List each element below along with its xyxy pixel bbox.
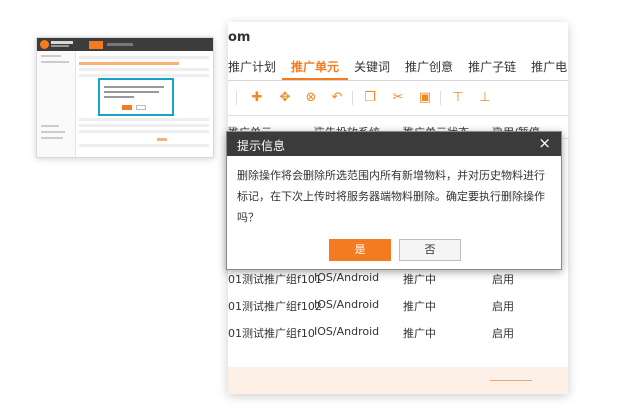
confirm-dialog: 提示信息 × 删除操作将会删除所选范围内所有新增物料，并对历史物料进行标记，在下… <box>226 131 562 270</box>
cancel-button[interactable]: 否 <box>399 239 461 261</box>
table-row[interactable]: 01测试推广组f10 IOS/Android 推广中 启用 <box>228 321 568 348</box>
thumbnail-logo-text <box>51 41 73 44</box>
cell-unit: 01测试推广组f10 <box>228 327 315 340</box>
dialog-message: 删除操作将会删除所选范围内所有新增物料，并对历史物料进行标记，在下次上传时将服务… <box>237 169 545 224</box>
thumbnail-sidebar <box>37 51 76 157</box>
thumbnail-sidebar-line <box>41 61 69 63</box>
thumbnail-yes-button <box>122 105 132 110</box>
table-row[interactable]: 01测试推广组f101 IOS/Android 推广中 启用 <box>228 267 568 294</box>
thumbnail-sidebar-line <box>41 131 65 133</box>
table-body: 01测试推广组f101 IOS/Android 推广中 启用 01测试推广组f1… <box>228 267 568 348</box>
cell-system: IOS/Android <box>314 271 380 284</box>
thumbnail-dialog-highlight <box>98 78 174 116</box>
thumbnail-row <box>79 56 209 59</box>
thumbnail-logo-subtext <box>51 45 69 47</box>
thumbnail-row <box>79 144 209 147</box>
url-fragment: om <box>228 30 251 45</box>
add-icon[interactable]: ✚ <box>248 89 266 107</box>
thumbnail-nav <box>107 43 133 46</box>
thumbnail-sidebar-line <box>41 55 61 57</box>
tab-campaign[interactable]: 推广计划 <box>228 58 276 75</box>
footer-accent-line <box>490 380 532 381</box>
cell-enabled: 启用 <box>492 273 514 286</box>
confirm-button[interactable]: 是 <box>329 239 391 261</box>
copy-icon[interactable]: ❐ <box>361 89 379 107</box>
filter-icon[interactable]: ⊤ <box>449 89 467 107</box>
dialog-title: 提示信息 <box>237 139 286 153</box>
overview-thumbnail <box>36 37 214 158</box>
close-icon[interactable]: × <box>538 134 551 152</box>
thumbnail-row <box>79 74 209 77</box>
filter-clear-icon[interactable]: ⊥ <box>476 89 494 107</box>
thumbnail-row <box>79 130 209 133</box>
dialog-header: 提示信息 × <box>227 132 561 156</box>
thumbnail-row <box>79 118 209 121</box>
thumbnail-marker <box>157 138 167 141</box>
tab-keyword[interactable]: 关键词 <box>354 58 390 75</box>
thumbnail-tabs <box>79 62 179 65</box>
thumbnail-row <box>79 68 209 71</box>
cell-system: IOS/Android <box>314 298 380 311</box>
thumbnail-sidebar-line <box>41 137 63 139</box>
thumbnail-no-button <box>136 105 146 110</box>
cell-status: 推广中 <box>403 300 436 313</box>
thumbnail-logo-icon <box>40 40 49 49</box>
cell-enabled: 启用 <box>492 327 514 340</box>
tab-partial[interactable]: 推广电 <box>531 58 567 75</box>
thumbnail-dialog-line <box>104 96 134 98</box>
paste-icon[interactable]: ▣ <box>416 89 434 107</box>
toolbar-separator <box>352 91 353 105</box>
tab-ad-unit[interactable]: 推广单元 <box>291 58 339 75</box>
tab-sublink[interactable]: 推广子链 <box>468 58 516 75</box>
thumbnail-dialog-line <box>104 86 164 88</box>
cell-status: 推广中 <box>403 273 436 286</box>
cell-system: IOS/Android <box>314 325 380 338</box>
thumbnail-dialog-line <box>104 91 159 93</box>
cell-enabled: 启用 <box>492 300 514 313</box>
tab-creative[interactable]: 推广创意 <box>405 58 453 75</box>
tabs-divider <box>228 80 568 81</box>
cell-unit: 01测试推广组f102 <box>228 300 322 313</box>
thumbnail-active-nav <box>89 41 103 49</box>
footer-bar <box>228 367 568 394</box>
thumbnail-row <box>79 124 209 127</box>
batch-icon[interactable]: ✥ <box>276 89 294 107</box>
toolbar-separator <box>440 91 441 105</box>
toolbar-separator <box>236 91 237 105</box>
cell-unit: 01测试推广组f101 <box>228 273 322 286</box>
cell-status: 推广中 <box>403 327 436 340</box>
table-row[interactable]: 01测试推广组f102 IOS/Android 推广中 启用 <box>228 294 568 321</box>
thumbnail-top-bar <box>37 38 213 51</box>
undo-icon[interactable]: ↶ <box>328 89 346 107</box>
tab-bar: 推广计划 推广单元 关键词 推广创意 推广子链 推广电 <box>228 58 568 80</box>
cut-icon[interactable]: ✂ <box>389 89 407 107</box>
thumbnail-sidebar-line <box>41 125 59 127</box>
toolbar: ✚ ✥ ⊗ ↶ ❐ ✂ ▣ ⊤ ⊥ <box>228 89 568 111</box>
delete-icon[interactable]: ⊗ <box>302 89 320 107</box>
